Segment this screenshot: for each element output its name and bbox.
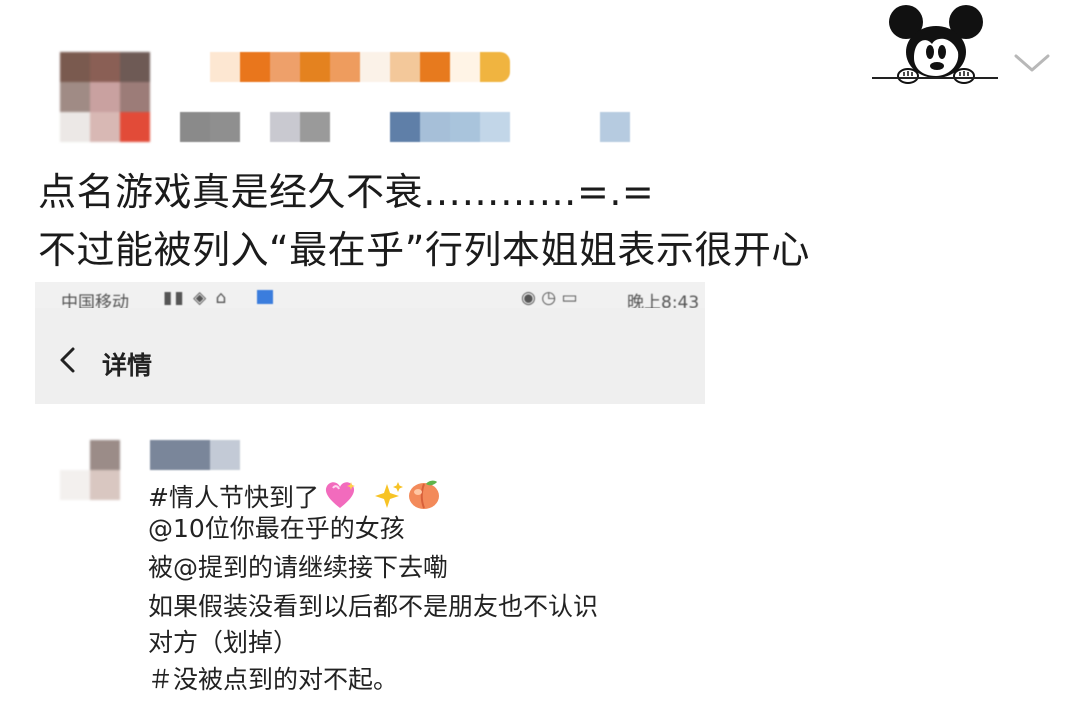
embedded-status-bar: 中国移动 ▮▮ ◈ ⌂ ◉ ◷ ▭ 晚上8:43: [35, 282, 705, 308]
carrier-label: 中国移动: [61, 293, 129, 308]
hashtag-text[interactable]: #情人节快到了: [148, 483, 319, 512]
back-arrow-icon[interactable]: [57, 346, 77, 374]
embedded-text-line-4: 如果假装没看到以后都不是朋友也不认识: [148, 592, 599, 621]
sparkles-emoji-icon: [374, 482, 403, 508]
embedded-text-line-1: #情人节快到了: [148, 478, 441, 513]
embedded-username-blurred[interactable]: [150, 440, 240, 470]
avatar[interactable]: [60, 52, 150, 142]
post-text-line-1: 点名游戏真是经久不衰…………=.=: [38, 170, 655, 214]
peach-emoji-icon: [408, 480, 439, 509]
post-text-line-2: 不过能被列入“最在乎”行列本姐姐表示很开心: [38, 228, 810, 272]
embedded-text-line-6: ＃没被点到的对不起。: [148, 665, 399, 694]
mickey-mouse-avatar-icon[interactable]: [868, 0, 1000, 90]
signal-icons: ▮▮ ◈ ⌂: [163, 288, 229, 308]
status-right-icons: ◉ ◷ ▭: [521, 288, 578, 308]
clock-label: 晚上8:43: [627, 293, 700, 308]
post-meta-blurred: [180, 112, 630, 142]
embedded-text-line-3: 被@提到的请继续接下去嘞: [148, 553, 449, 582]
sparkling-heart-emoji-icon: [325, 482, 355, 508]
detail-title: 详情: [102, 351, 153, 380]
chevron-down-icon[interactable]: [1012, 48, 1052, 78]
username-blurred[interactable]: [180, 52, 510, 82]
embedded-text-line-5: 对方（划掉）: [148, 628, 299, 657]
embedded-text-line-2: @10位你最在乎的女孩: [148, 514, 405, 543]
notification-icon: [257, 288, 273, 308]
embedded-avatar[interactable]: [60, 440, 150, 500]
detail-header: 详情: [35, 308, 705, 404]
